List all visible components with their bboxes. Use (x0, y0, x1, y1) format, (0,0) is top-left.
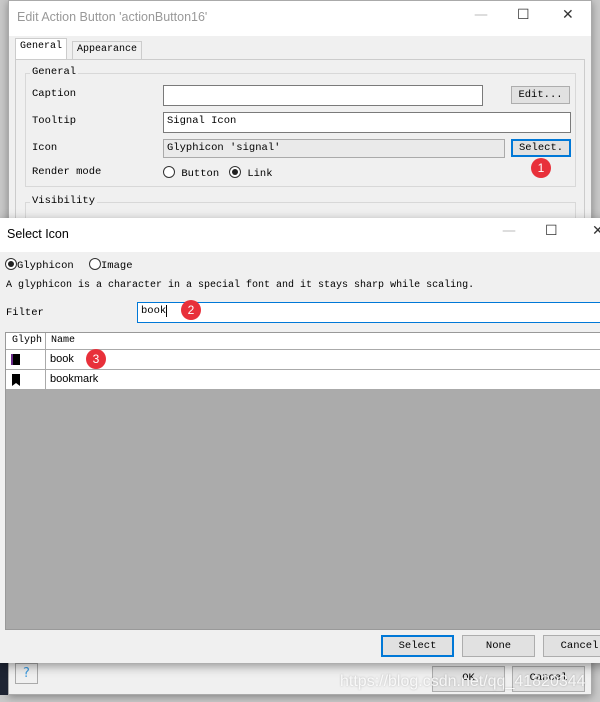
icon-select-button[interactable]: Select. (511, 139, 571, 157)
tooltip-label: Tooltip (32, 115, 77, 127)
radio-label: Glyphicon (17, 260, 74, 272)
cancel-button[interactable]: Cancel (543, 635, 600, 657)
column-name[interactable]: Name (51, 335, 75, 346)
maximize-button[interactable]: ☐ (545, 223, 558, 239)
tooltip-input[interactable]: Signal Icon (163, 112, 571, 133)
dialog-title: Edit Action Button 'actionButton16' (17, 10, 208, 24)
caption-edit-button[interactable]: Edit... (511, 86, 570, 104)
caption-input[interactable] (163, 85, 483, 106)
step-badge-3: 3 (86, 349, 106, 369)
header-cell: Glyph (6, 333, 46, 349)
radio-label: Button (181, 168, 220, 180)
step-badge-2: 2 (181, 300, 201, 320)
radio-icon (89, 258, 101, 270)
select-icon-dialog: Select Icon — ☐ ✕ Glyphicon Image A glyp… (0, 218, 600, 663)
minimize-button[interactable]: — (502, 223, 516, 239)
radio-icon (163, 166, 175, 178)
glyph-cell (6, 370, 46, 389)
close-button[interactable]: ✕ (562, 7, 574, 23)
description-text: A glyphicon is a character in a special … (6, 280, 475, 291)
render-mode-link-radio[interactable]: Link (229, 166, 273, 180)
radio-label: Link (247, 168, 273, 180)
icon-label: Icon (32, 142, 58, 154)
filter-value: book (141, 305, 167, 317)
glyphicon-radio[interactable]: Glyphicon (5, 258, 74, 272)
bookmark-icon (12, 374, 20, 386)
tab-general[interactable]: General (15, 38, 68, 60)
tab-appearance[interactable]: Appearance (72, 41, 143, 60)
text-cursor (166, 305, 168, 317)
image-radio[interactable]: Image (89, 258, 133, 272)
radio-selected-icon (229, 166, 241, 178)
background-window (0, 663, 8, 695)
filter-label: Filter (6, 307, 44, 319)
caption-label: Caption (32, 88, 77, 100)
maximize-button[interactable]: ☐ (517, 7, 530, 23)
help-icon: ? (23, 666, 30, 681)
select-button[interactable]: Select (381, 635, 454, 657)
title-bar: Select Icon — ☐ ✕ (0, 218, 600, 252)
glyph-cell (6, 350, 46, 369)
dialog-title: Select Icon (7, 227, 69, 241)
none-button[interactable]: None (462, 635, 535, 657)
watermark: https://blog.csdn.net/qq_41820344 (340, 673, 586, 690)
book-icon (11, 354, 20, 365)
filter-input[interactable]: book (137, 302, 600, 323)
list-item[interactable]: bookmark (6, 370, 600, 390)
help-button[interactable]: ? (15, 663, 38, 684)
minimize-button[interactable]: — (474, 7, 488, 23)
radio-selected-icon (5, 258, 17, 270)
radio-label: Image (101, 260, 133, 272)
icon-input: Glyphicon 'signal' (163, 139, 505, 158)
render-mode-label: Render mode (32, 166, 102, 178)
title-bar: Edit Action Button 'actionButton16' — ☐ … (9, 1, 591, 36)
close-button[interactable]: ✕ (592, 223, 600, 239)
icon-list[interactable]: Glyph Name book bookmark (5, 332, 600, 630)
list-header: Glyph Name (6, 333, 600, 350)
visibility-legend: Visibility (30, 195, 98, 207)
render-mode-button-radio[interactable]: Button (163, 166, 219, 180)
general-legend: General (30, 66, 79, 78)
item-name: book (50, 353, 74, 365)
item-name: bookmark (50, 373, 99, 385)
column-glyph[interactable]: Glyph (12, 335, 42, 346)
step-badge-1: 1 (531, 158, 551, 178)
